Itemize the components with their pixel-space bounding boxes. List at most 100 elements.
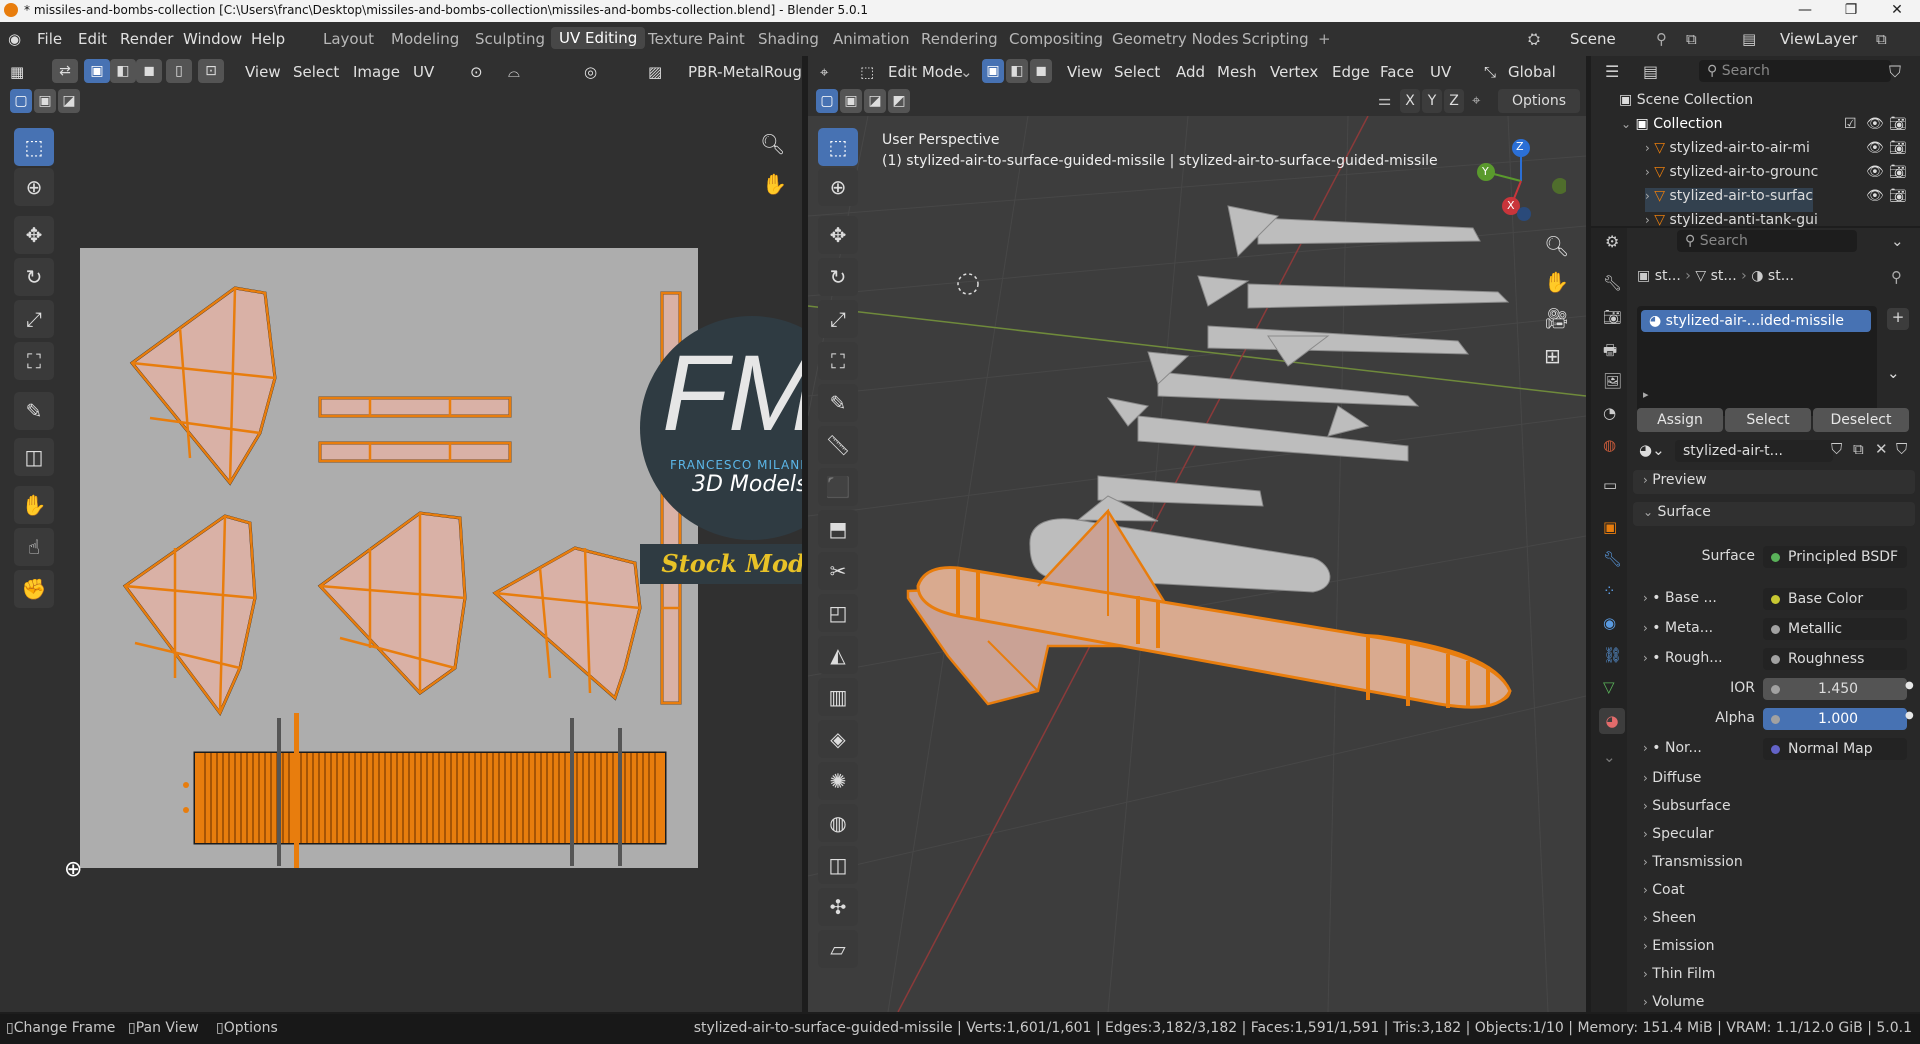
uv-islands[interactable] bbox=[80, 248, 698, 868]
scene-icon[interactable]: ⛭ bbox=[1528, 30, 1540, 48]
uv-menu-uv[interactable]: UV bbox=[413, 63, 434, 81]
collection-tab-icon[interactable]: ▭ bbox=[1603, 476, 1617, 494]
scale-tool-icon[interactable]: ⤢ bbox=[14, 300, 54, 338]
outliner-item[interactable]: › ▽ stylized-air-to-grounc bbox=[1645, 164, 1818, 188]
scene-selector[interactable]: Scene bbox=[1570, 30, 1616, 48]
pinch-tool-icon[interactable]: ✊ bbox=[14, 570, 54, 608]
visibility-eye-icon[interactable]: 👁︎ bbox=[1866, 188, 1884, 204]
zoom-icon[interactable]: 🔍︎ bbox=[760, 132, 785, 156]
render-camera-icon[interactable]: 📷︎ bbox=[1889, 116, 1907, 132]
cursor-tool-icon[interactable]: ⊕ bbox=[14, 168, 54, 206]
ior-keyframe-dot[interactable]: ● bbox=[1905, 680, 1914, 691]
vp-menu-edge[interactable]: Edge bbox=[1332, 63, 1370, 81]
new-viewlayer-icon[interactable]: ⧉ bbox=[1876, 30, 1887, 48]
rip-tool-icon[interactable]: ◫ bbox=[14, 438, 54, 476]
section-volume[interactable]: › Volume bbox=[1643, 994, 1704, 1012]
slot-specials-chevron-icon[interactable]: ⌄ bbox=[1887, 364, 1900, 382]
deselect-button[interactable]: Deselect bbox=[1813, 408, 1909, 432]
vp-menu-face[interactable]: Face bbox=[1380, 63, 1414, 81]
roughness-field[interactable]: Roughness bbox=[1763, 648, 1907, 670]
gizmo-neg-z-axis[interactable] bbox=[1517, 207, 1531, 221]
material-slot-item[interactable]: ◕ stylized-air-...ided-missile bbox=[1641, 310, 1871, 332]
edge-mode-icon[interactable]: ◧ bbox=[1006, 59, 1028, 83]
section-emission[interactable]: › Emission bbox=[1643, 938, 1715, 962]
fake-user-shield-icon[interactable]: ⛉ bbox=[1831, 440, 1842, 458]
metallic-row-label[interactable]: › • Meta... bbox=[1643, 620, 1713, 644]
vp-invert-selection-icon[interactable]: ◩ bbox=[888, 89, 910, 113]
workspace-tab-rendering[interactable]: Rendering bbox=[921, 30, 998, 48]
rotate-tool-icon[interactable]: ↻ bbox=[14, 258, 54, 296]
menu-file[interactable]: File bbox=[37, 30, 62, 48]
base-color-row-label[interactable]: › • Base ... bbox=[1643, 590, 1717, 614]
sync-selection-icon[interactable]: ⇄ bbox=[52, 59, 78, 83]
vp-measure-tool-icon[interactable]: 📏︎ bbox=[818, 426, 858, 464]
assign-button[interactable]: Assign bbox=[1637, 408, 1723, 432]
section-coat[interactable]: › Coat bbox=[1643, 882, 1685, 906]
constraints-tab-icon[interactable]: ⛓ bbox=[1603, 646, 1622, 664]
workspace-tab-sculpting[interactable]: Sculpting bbox=[475, 30, 545, 48]
proportional-edit-icon[interactable]: ◎ bbox=[584, 63, 597, 81]
vp-zoom-icon[interactable]: 🔍︎ bbox=[1544, 234, 1569, 258]
workspace-tab-compositing[interactable]: Compositing bbox=[1009, 30, 1103, 48]
vp-rotate-tool-icon[interactable]: ↻ bbox=[818, 258, 858, 296]
image-browse-icon[interactable]: ▨ bbox=[648, 63, 662, 81]
ior-field[interactable]: 1.450 bbox=[1763, 678, 1907, 700]
collection-row[interactable]: ⌄ ▣ Collection bbox=[1621, 116, 1722, 140]
select-box-tool-icon[interactable]: ⬚ bbox=[14, 128, 54, 166]
outliner-editor-icon[interactable]: ☰ bbox=[1605, 62, 1619, 81]
pin-icon[interactable]: ⚲ bbox=[1891, 268, 1902, 286]
render-tab-icon[interactable]: 📷︎ bbox=[1603, 308, 1622, 326]
section-subsurface[interactable]: › Subsurface bbox=[1643, 798, 1731, 822]
vp-extend-selection-icon[interactable]: ▣ bbox=[840, 89, 862, 113]
menu-render[interactable]: Render bbox=[120, 30, 173, 48]
unlink-material-icon[interactable]: ✕ bbox=[1875, 440, 1888, 458]
section-specular[interactable]: › Specular bbox=[1643, 826, 1713, 850]
camera-view-icon[interactable]: 🎥︎ bbox=[1544, 306, 1569, 330]
material-browse-icon[interactable]: ◕⌄ bbox=[1639, 441, 1665, 459]
expand-list-icon[interactable]: ▸ bbox=[1643, 388, 1649, 401]
outliner-item-active[interactable]: › ▽ stylized-air-to-surfac bbox=[1645, 188, 1814, 212]
tool-tab-icon[interactable]: 🔧︎ bbox=[1603, 274, 1622, 292]
face-select-icon[interactable]: ◼ bbox=[136, 59, 162, 83]
uv-image-canvas[interactable] bbox=[80, 248, 698, 868]
duplicate-material-icon[interactable]: ⧉ bbox=[1853, 440, 1864, 458]
edge-select-icon[interactable]: ◧ bbox=[110, 59, 136, 83]
vp-menu-view[interactable]: View bbox=[1067, 63, 1103, 81]
workspace-tab-geometry-nodes[interactable]: Geometry Nodes bbox=[1112, 30, 1239, 48]
viewlayer-selector[interactable]: ViewLayer bbox=[1780, 30, 1857, 48]
image-name-field[interactable]: PBR-MetalRoug bbox=[688, 63, 802, 81]
scene-tab-icon[interactable]: ◔ bbox=[1603, 404, 1616, 422]
vp-menu-select[interactable]: Select bbox=[1114, 63, 1160, 81]
render-camera-icon[interactable]: 📷︎ bbox=[1889, 164, 1907, 180]
texture-tab-icon[interactable]: ⌄ bbox=[1603, 748, 1616, 766]
pivot-icon[interactable]: ⊙ bbox=[470, 63, 483, 81]
uv-menu-select[interactable]: Select bbox=[293, 63, 339, 81]
visibility-eye-icon[interactable]: 👁︎ bbox=[1866, 140, 1884, 156]
select-button[interactable]: Select bbox=[1725, 408, 1811, 432]
workspace-tab-layout[interactable]: Layout bbox=[323, 30, 374, 48]
material-tab-icon[interactable]: ◕ bbox=[1599, 708, 1625, 734]
mode-icon[interactable]: ⬚ bbox=[860, 63, 874, 81]
vp-subtract-selection-icon[interactable]: ◪ bbox=[864, 89, 886, 113]
ortho-toggle-icon[interactable]: ⊞ bbox=[1544, 344, 1561, 368]
vp-pan-hand-icon[interactable]: ✋ bbox=[1544, 270, 1569, 294]
vertex-mode-icon[interactable]: ▣ bbox=[982, 59, 1004, 83]
normal-row-label[interactable]: › • Nor... bbox=[1643, 740, 1702, 764]
transform-orientation-icon[interactable]: ⤡ bbox=[1484, 63, 1496, 81]
vp-scale-tool-icon[interactable]: ⤢ bbox=[818, 300, 858, 338]
3d-cursor-icon[interactable] bbox=[957, 273, 979, 295]
preview-panel-label[interactable]: › Preview bbox=[1643, 472, 1707, 496]
output-tab-icon[interactable]: 🖶 bbox=[1603, 340, 1617, 365]
vp-transform-tool-icon[interactable]: ⛶ bbox=[818, 342, 858, 380]
render-camera-icon[interactable]: 📷︎ bbox=[1889, 188, 1907, 204]
vp-menu-vertex[interactable]: Vertex bbox=[1270, 63, 1318, 81]
workspace-tab-shading[interactable]: Shading bbox=[758, 30, 819, 48]
new-scene-icon[interactable]: ⧉ bbox=[1686, 30, 1697, 48]
extend-selection-icon[interactable]: ▣ bbox=[34, 89, 56, 113]
navigation-gizmo[interactable]: Z Y X bbox=[1476, 136, 1568, 226]
properties-search-input[interactable]: ⚲ Search bbox=[1677, 230, 1857, 252]
section-sheen[interactable]: › Sheen bbox=[1643, 910, 1696, 934]
editor-type-icon[interactable]: ▦ bbox=[10, 63, 24, 81]
display-mode-icon[interactable]: ▤ bbox=[1643, 62, 1658, 81]
minimize-button[interactable]: — bbox=[1782, 0, 1828, 22]
